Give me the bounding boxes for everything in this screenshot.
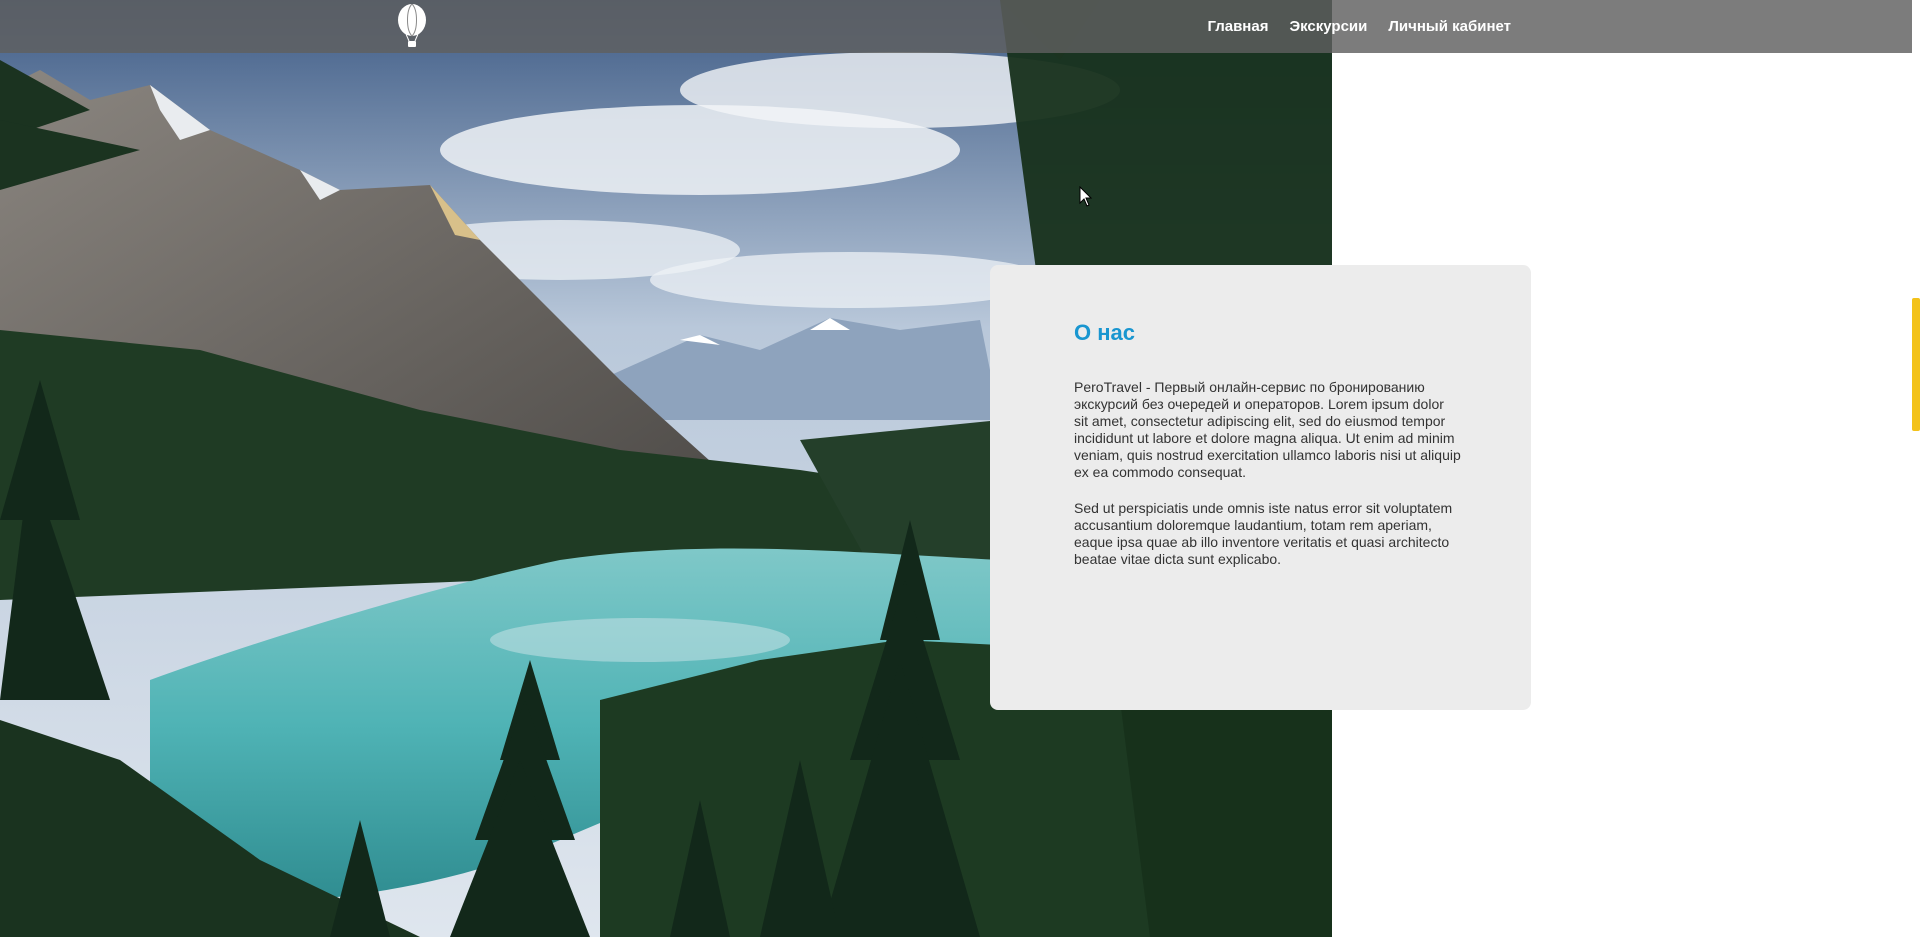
scrollbar-thumb[interactable] [1912, 298, 1920, 431]
hot-air-balloon-icon[interactable] [396, 4, 428, 48]
mouse-cursor-icon [1079, 186, 1093, 207]
top-navbar: Главная Экскурсии Личный кабинет [0, 0, 1914, 53]
nav-link-account[interactable]: Личный кабинет [1388, 18, 1511, 35]
scrollbar-track[interactable] [1912, 0, 1920, 937]
nav-link-home[interactable]: Главная [1207, 18, 1268, 35]
main-nav: Главная Экскурсии Личный кабинет [1207, 0, 1511, 53]
about-title: О нас [1074, 320, 1135, 345]
about-paragraph-1: PeroTravel - Первый онлайн-сервис по бро… [1074, 379, 1461, 480]
about-card: О нас PeroTravel - Первый онлайн-сервис … [990, 265, 1531, 710]
nav-link-tours[interactable]: Экскурсии [1289, 18, 1367, 35]
about-paragraph-2: Sed ut perspiciatis unde omnis iste natu… [1074, 500, 1453, 567]
